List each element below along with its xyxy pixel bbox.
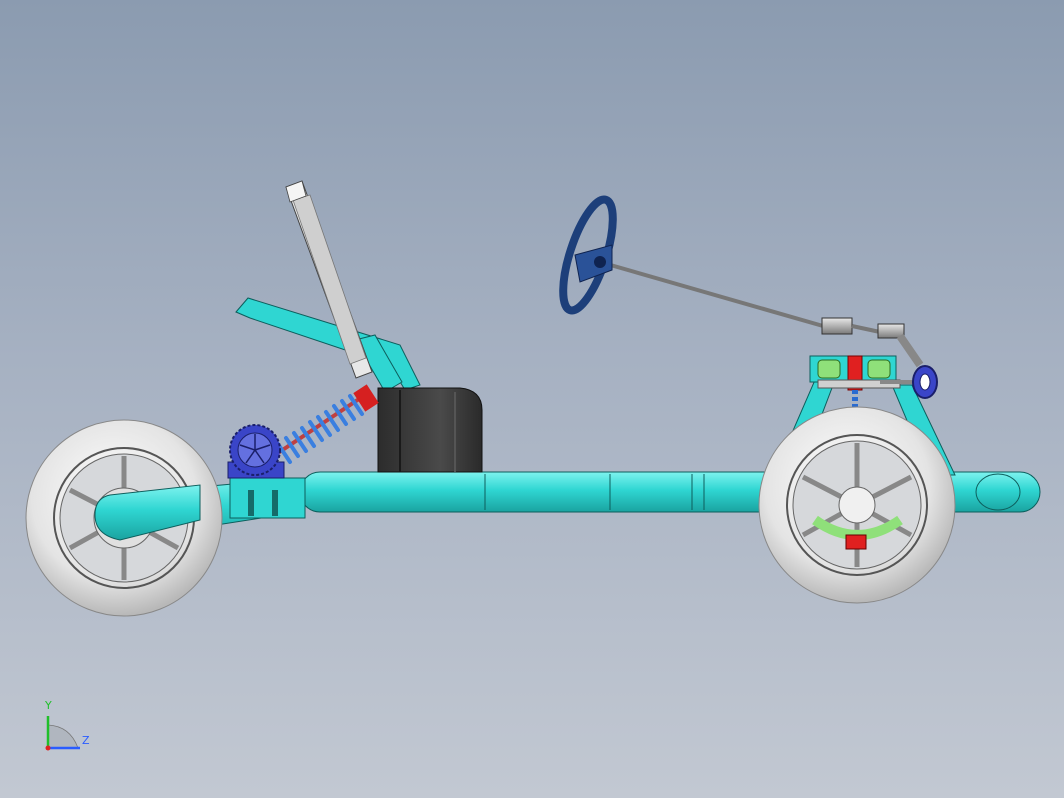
seat-back-plate[interactable] (285, 180, 373, 379)
cad-viewport[interactable]: Y Z (0, 0, 1064, 798)
battery-block[interactable] (377, 387, 483, 473)
rear-wheel[interactable] (25, 419, 223, 617)
steering-pulley[interactable] (912, 365, 938, 399)
triad-origin (45, 745, 51, 751)
coordinate-triad (45, 716, 80, 751)
rear-motor[interactable] (227, 424, 285, 479)
triad-z-label: Z (82, 734, 90, 747)
triad-y-label: Y (45, 699, 52, 712)
kart-model-view[interactable] (0, 0, 1064, 798)
front-wheel[interactable] (758, 406, 956, 604)
steering-column[interactable] (599, 260, 924, 368)
steering-wheel[interactable] (553, 194, 623, 315)
rear-shock-spring[interactable] (273, 384, 379, 464)
seat-support-frame[interactable] (235, 297, 421, 393)
